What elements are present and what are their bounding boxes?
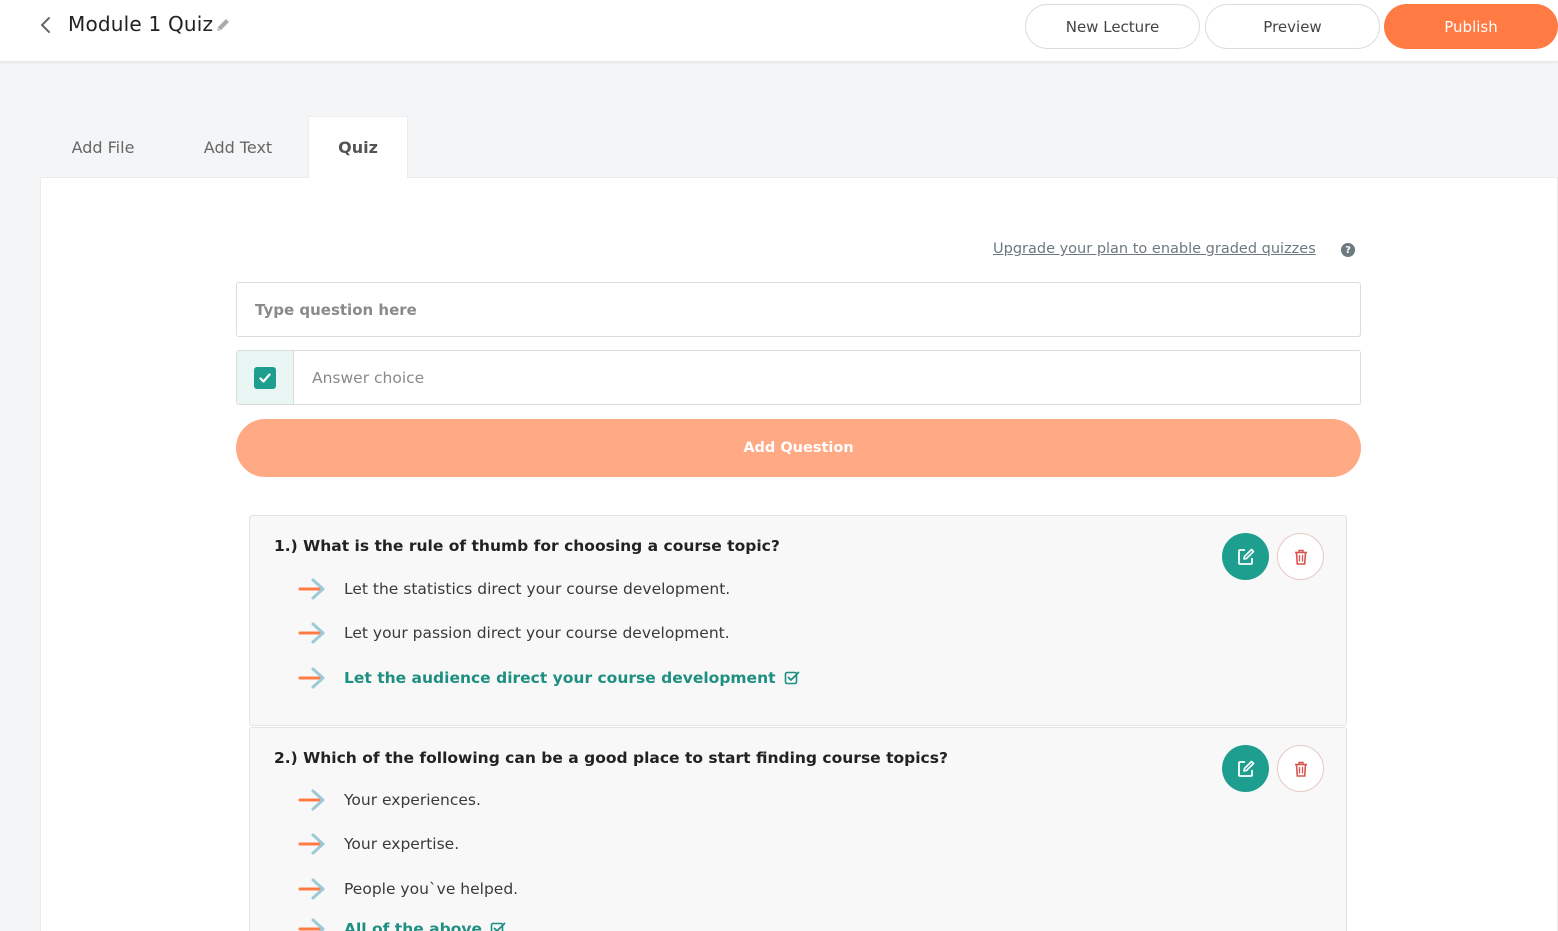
answer-option-correct: All of the above: [298, 915, 506, 931]
tab-add-file[interactable]: Add File: [40, 116, 166, 178]
arrow-right-icon: [298, 789, 325, 811]
answer-option: Your experiences.: [298, 786, 481, 814]
question-title: 2.) Which of the following can be a good…: [274, 749, 948, 767]
arrow-right-icon: [298, 667, 325, 689]
arrow-right-icon: [298, 833, 325, 855]
new-lecture-button[interactable]: New Lecture: [1025, 4, 1200, 49]
preview-button[interactable]: Preview: [1205, 4, 1380, 49]
delete-question-button[interactable]: [1277, 533, 1324, 580]
edit-question-button[interactable]: [1222, 533, 1269, 580]
answer-option-text: Your experiences.: [344, 791, 481, 809]
pencil-icon[interactable]: [214, 16, 232, 34]
question-input[interactable]: [236, 282, 1361, 337]
arrow-right-icon: [298, 578, 325, 600]
check-square-icon: [784, 671, 799, 685]
answer-option: People you`ve helped.: [298, 875, 518, 903]
tab-add-text[interactable]: Add Text: [172, 116, 304, 178]
edit-icon: [1237, 760, 1254, 777]
upgrade-plan-link[interactable]: Upgrade your plan to enable graded quizz…: [993, 241, 1316, 257]
trash-icon: [1294, 549, 1307, 565]
publish-button[interactable]: Publish: [1384, 4, 1558, 49]
answer-option-correct: Let the audience direct your course deve…: [298, 664, 800, 692]
question-card: 1.) What is the rule of thumb for choosi…: [249, 515, 1347, 726]
answer-option: Let your passion direct your course deve…: [298, 619, 730, 647]
check-square-icon: [490, 922, 506, 931]
tab-quiz[interactable]: Quiz: [308, 116, 408, 178]
answer-option: Your expertise.: [298, 830, 459, 858]
help-icon[interactable]: ?: [1341, 243, 1355, 257]
answer-choice-input[interactable]: [295, 351, 1359, 404]
edit-question-button[interactable]: [1222, 745, 1269, 792]
question-card: 2.) Which of the following can be a good…: [249, 727, 1347, 931]
answer-option-text: Let the statistics direct your course de…: [344, 580, 731, 598]
answer-option-text: Let your passion direct your course deve…: [344, 624, 730, 642]
chevron-left-icon[interactable]: [36, 14, 56, 36]
top-bar: Module 1 Quiz New Lecture Preview Publis…: [0, 0, 1558, 62]
add-question-button[interactable]: Add Question: [236, 419, 1361, 477]
answer-option-text: Your expertise.: [344, 835, 460, 853]
question-title: 1.) What is the rule of thumb for choosi…: [274, 537, 780, 555]
arrow-right-icon: [298, 918, 325, 931]
page-title: Module 1 Quiz: [68, 12, 214, 36]
answer-choice-row: [236, 350, 1361, 405]
answer-option: Let the statistics direct your course de…: [298, 575, 730, 603]
answer-option-text: All of the above: [344, 920, 482, 931]
trash-icon: [1294, 761, 1307, 777]
arrow-right-icon: [298, 878, 325, 900]
answer-correct-cell: [237, 351, 294, 404]
correct-answer-checkbox[interactable]: [254, 366, 276, 389]
delete-question-button[interactable]: [1277, 745, 1324, 792]
answer-option-text: People you`ve helped.: [344, 880, 519, 898]
edit-icon: [1237, 548, 1254, 565]
arrow-right-icon: [298, 622, 325, 644]
checkmark-icon: [259, 372, 271, 383]
answer-option-text: Let the audience direct your course deve…: [344, 669, 776, 687]
